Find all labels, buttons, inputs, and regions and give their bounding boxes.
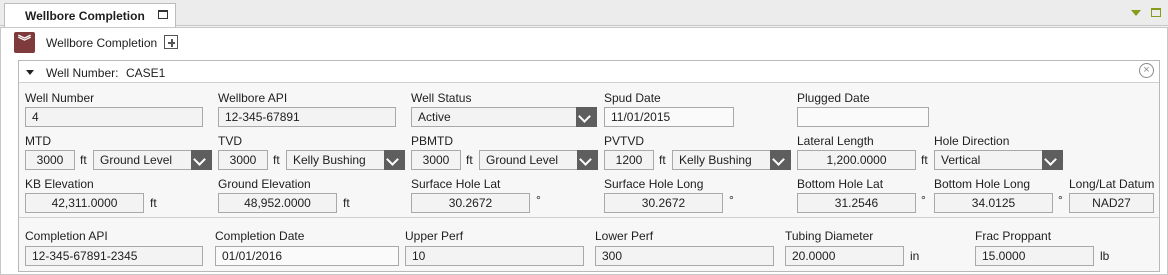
- pbmtd-unit: ft: [466, 153, 473, 167]
- group-label: Well Number:: [46, 66, 119, 80]
- chevron-down-icon[interactable]: [1042, 150, 1063, 170]
- pbmtd-ref-value: Ground Level: [486, 153, 559, 167]
- lower-perf-label: Lower Perf: [595, 229, 654, 243]
- plugged-date-field[interactable]: [797, 107, 929, 127]
- tvd-label: TVD: [218, 134, 242, 148]
- pbmtd-label: PBMTD: [411, 134, 453, 148]
- tubing-diameter-label: Tubing Diameter: [785, 229, 874, 243]
- tvd-field[interactable]: 3000: [218, 150, 268, 170]
- dropdown-arrow-icon[interactable]: [1131, 10, 1141, 16]
- maximize-icon[interactable]: [158, 10, 168, 19]
- lateral-length-label: Lateral Length: [797, 134, 874, 148]
- pvtvd-field[interactable]: 1200: [604, 150, 654, 170]
- well-status-label: Well Status: [411, 91, 472, 105]
- surface-hole-lat-field[interactable]: 30.2672: [411, 193, 530, 213]
- hole-direction-select[interactable]: Vertical: [934, 150, 1063, 170]
- hole-direction-value: Vertical: [941, 153, 981, 167]
- surface-hole-long-label: Surface Hole Long: [604, 177, 704, 191]
- tubing-diameter-unit: in: [910, 249, 920, 263]
- lower-perf-field[interactable]: 300: [595, 246, 774, 266]
- double-chevron-down-icon: ︾: [17, 34, 31, 49]
- pvtvd-ref-value: Kelly Bushing: [679, 153, 752, 167]
- window-maximize-icon[interactable]: [1151, 8, 1161, 17]
- frac-proppant-label: Frac Proppant: [975, 229, 1052, 243]
- group-value: CASE1: [126, 66, 166, 80]
- surface-hole-lat-label: Surface Hole Lat: [411, 177, 501, 191]
- close-circle-icon[interactable]: ×: [1139, 63, 1154, 78]
- add-icon[interactable]: [164, 35, 178, 49]
- completion-date-label: Completion Date: [215, 229, 305, 243]
- well-status-select[interactable]: Active: [411, 107, 597, 127]
- kb-elevation-field[interactable]: 42,311.0000: [25, 193, 144, 213]
- bottom-hole-lat-field[interactable]: 31.2546: [797, 193, 916, 213]
- mtd-ref-select[interactable]: Ground Level: [93, 150, 212, 170]
- chevron-down-icon[interactable]: [384, 150, 405, 170]
- pvtvd-unit: ft: [659, 153, 666, 167]
- kb-elevation-unit: ft: [150, 196, 157, 210]
- ground-elevation-unit: ft: [343, 196, 350, 210]
- surface-hole-long-unit: °: [729, 193, 734, 207]
- completion-api-field[interactable]: 12-345-67891-2345: [25, 246, 203, 266]
- ground-elevation-field[interactable]: 48,952.0000: [218, 193, 337, 213]
- tab-wellbore-completion[interactable]: Wellbore Completion: [4, 3, 176, 27]
- chevron-down-icon[interactable]: [191, 150, 212, 170]
- pvtvd-ref-select[interactable]: Kelly Bushing: [672, 150, 791, 170]
- bottom-hole-long-field[interactable]: 34.0125: [934, 193, 1053, 213]
- wellbore-api-field[interactable]: 12-345-67891: [218, 107, 396, 127]
- collapse-button[interactable]: ︾: [14, 32, 35, 53]
- bottom-hole-lat-label: Bottom Hole Lat: [797, 177, 884, 191]
- chevron-down-icon[interactable]: [577, 150, 598, 170]
- frac-proppant-field[interactable]: 15.0000: [975, 246, 1094, 266]
- spud-date-label: Spud Date: [604, 91, 661, 105]
- completion-api-label: Completion API: [25, 229, 108, 243]
- well-number-label: Well Number: [25, 91, 95, 105]
- hole-direction-label: Hole Direction: [934, 134, 1010, 148]
- tvd-unit: ft: [273, 153, 280, 167]
- bottom-hole-lat-unit: °: [921, 193, 926, 207]
- bottom-hole-long-unit: °: [1058, 193, 1063, 207]
- wellbore-api-label: Wellbore API: [218, 91, 288, 105]
- tvd-ref-value: Kelly Bushing: [293, 153, 366, 167]
- group-header[interactable]: [19, 61, 1159, 83]
- row-divider: [19, 217, 1159, 218]
- mtd-unit: ft: [80, 153, 87, 167]
- chevron-down-icon[interactable]: [770, 150, 791, 170]
- upper-perf-label: Upper Perf: [405, 229, 464, 243]
- long-lat-datum-field[interactable]: NAD27: [1069, 193, 1154, 213]
- pbmtd-field[interactable]: 3000: [411, 150, 461, 170]
- mtd-label: MTD: [25, 134, 51, 148]
- kb-elevation-label: KB Elevation: [25, 177, 94, 191]
- section-title: Wellbore Completion: [46, 36, 158, 50]
- upper-perf-field[interactable]: 10: [405, 246, 584, 266]
- tvd-ref-select[interactable]: Kelly Bushing: [286, 150, 405, 170]
- completion-date-field[interactable]: 01/01/2016: [215, 246, 399, 266]
- bottom-hole-long-label: Bottom Hole Long: [934, 177, 1031, 191]
- mtd-field[interactable]: 3000: [25, 150, 75, 170]
- ground-elevation-label: Ground Elevation: [218, 177, 311, 191]
- surface-hole-long-field[interactable]: 30.2672: [604, 193, 723, 213]
- pbmtd-ref-select[interactable]: Ground Level: [479, 150, 598, 170]
- plugged-date-label: Plugged Date: [797, 91, 870, 105]
- tubing-diameter-field[interactable]: 20.0000: [785, 246, 904, 266]
- well-number-field[interactable]: 4: [25, 107, 203, 127]
- well-status-value: Active: [418, 110, 451, 124]
- chevron-down-icon[interactable]: [576, 107, 597, 127]
- spud-date-field[interactable]: 11/01/2015: [604, 107, 734, 127]
- tab-title: Wellbore Completion: [25, 9, 145, 23]
- frac-proppant-unit: lb: [1100, 249, 1110, 263]
- mtd-ref-value: Ground Level: [100, 153, 173, 167]
- caret-down-icon[interactable]: [26, 70, 34, 75]
- surface-hole-lat-unit: °: [536, 193, 541, 207]
- lateral-length-field[interactable]: 1,200.0000: [797, 150, 916, 170]
- lateral-length-unit: ft: [921, 153, 928, 167]
- long-lat-datum-label: Long/Lat Datum: [1069, 177, 1155, 191]
- pvtvd-label: PVTVD: [604, 134, 645, 148]
